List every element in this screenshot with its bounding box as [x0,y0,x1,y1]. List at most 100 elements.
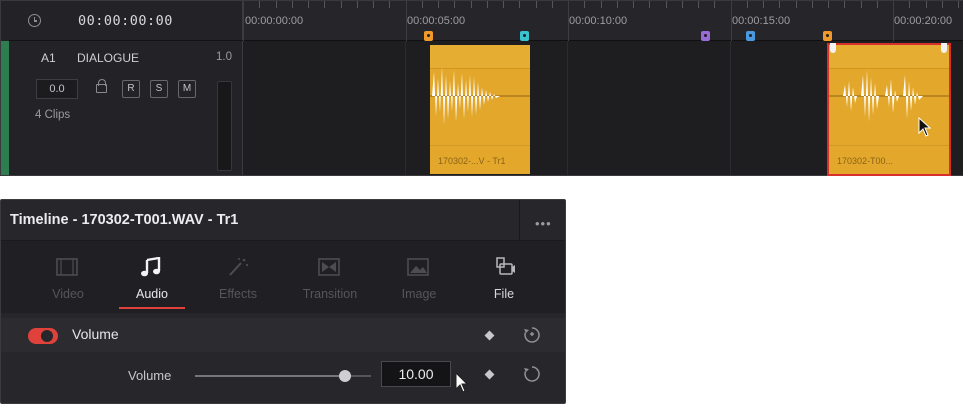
ruler-label: 00:00:05:00 [407,15,466,27]
more-options-icon[interactable]: ••• [535,216,552,231]
ruler-label: 00:00:00:00 [245,15,304,27]
ruler-tick [796,1,797,8]
lock-icon[interactable] [96,79,107,93]
track-color-bar [1,41,9,175]
ruler-tick [926,1,927,8]
audio-clip-selected[interactable]: 170302-T00... [827,43,951,176]
ruler-label: 00:00:10:00 [569,15,628,27]
tab-label: Audio [136,287,168,301]
clip-fade-handle-left[interactable] [830,43,836,53]
volume-slider-fill [195,375,345,377]
ruler-tick [844,1,845,8]
image-icon [407,258,429,276]
transition-icon [318,258,340,276]
ruler-tick [877,1,878,8]
mute-button[interactable]: M [178,80,196,98]
clip-volume-line [430,145,530,146]
clip-volume-line [829,145,949,146]
ruler-tick [812,1,813,8]
ruler-tick [503,1,504,8]
ruler-tick [779,1,780,8]
ruler-tick [471,1,472,8]
volume-slider-label: Volume [128,368,172,383]
tab-image[interactable]: Image [374,241,464,313]
track-header: 00:00:00:00 A1 DIALOGUE 1.0 0.0 R S M 4 … [1,1,243,175]
timeline-ruler[interactable]: 00:00:00:00 00:00:05:00 00:00:10:00 00:0… [243,1,963,41]
ruler-label: 00:00:20:00 [894,15,953,27]
reset-section-icon[interactable] [523,326,541,344]
volume-slider-knob[interactable] [339,370,351,382]
music-note-icon [141,257,161,277]
clip-count: 4 Clips [35,109,71,121]
ruler-tick [308,1,309,8]
ruler-tick [601,1,602,8]
audio-clip[interactable]: 170302-...V - Tr1 [430,45,530,174]
inspector-panel: Timeline - 170302-T001.WAV - Tr1 ••• Vid… [0,199,566,404]
solo-button[interactable]: S [150,80,168,98]
tab-label: Image [401,287,437,301]
waveform [829,70,949,122]
ruler-tick [763,1,764,8]
ruler-tick [259,1,260,8]
audio-meter [217,81,232,171]
ruler-tick [666,1,667,8]
grid-line [730,41,731,175]
timeline-marker[interactable] [520,31,529,41]
track-id: A1 [41,51,56,65]
ruler-tick [292,1,293,8]
tab-effects[interactable]: Effects [193,241,283,313]
clip-name: 170302-...V - Tr1 [438,156,506,166]
timeline-panel: 00:00:00:00 A1 DIALOGUE 1.0 0.0 R S M 4 … [0,0,963,176]
file-icon [496,257,515,275]
audio-track-lane[interactable]: 170302-...V - Tr1 170302-T00... [243,41,963,176]
ruler-tick [357,1,358,8]
ruler-tick [373,1,374,8]
track-volume-field[interactable]: 0.0 [36,79,78,99]
clock-icon [28,14,41,27]
timeline-marker[interactable] [746,31,755,41]
ruler-tick [958,1,959,8]
tab-label: File [493,287,515,301]
tab-label: Transition [302,287,358,301]
volume-value-field[interactable]: 10.00 [381,361,451,387]
ruler-tick [422,1,423,8]
grid-line [567,41,568,175]
timecode-display[interactable]: 00:00:00:00 [78,13,173,29]
volume-enable-toggle[interactable] [28,328,58,344]
ruler-tick [617,1,618,8]
clip-fade-handle-right[interactable] [941,43,947,53]
ruler-tick [698,1,699,8]
ruler-tick [747,1,748,8]
ruler-tick [552,1,553,8]
inspector-title: Timeline - 170302-T001.WAV - Tr1 [10,212,239,228]
ruler-tick [909,1,910,8]
ruler-tick [714,1,715,8]
waveform [430,67,530,125]
timeline-marker[interactable] [823,31,832,41]
inspector-tabs: Video Audio Effects Transition Image Fil… [1,241,565,313]
active-tab-indicator [119,307,185,309]
keyframe-diamond-icon[interactable] [484,369,495,380]
ruler-tick [828,1,829,8]
ruler-tick [861,1,862,8]
clip-name: 170302-T00... [837,156,894,166]
timeline-marker[interactable] [701,31,710,41]
divider [519,200,520,240]
tab-video[interactable]: Video [23,241,113,313]
timeline-marker[interactable] [424,31,433,41]
tab-label: Video [52,287,84,301]
record-button[interactable]: R [122,80,140,98]
ruler-tick [633,1,634,8]
ruler-label: 00:00:15:00 [732,15,791,27]
track-name[interactable]: DIALOGUE [77,51,139,65]
tab-audio[interactable]: Audio [107,241,197,313]
reset-icon[interactable] [523,365,541,383]
magic-wand-icon [229,258,249,276]
grid-line [405,41,406,175]
tab-transition[interactable]: Transition [285,241,375,313]
mouse-pointer-icon [455,372,469,393]
ruler-tick [487,1,488,8]
ruler-tick [276,1,277,8]
ruler-tick [243,1,244,41]
tab-file[interactable]: File [459,241,549,313]
